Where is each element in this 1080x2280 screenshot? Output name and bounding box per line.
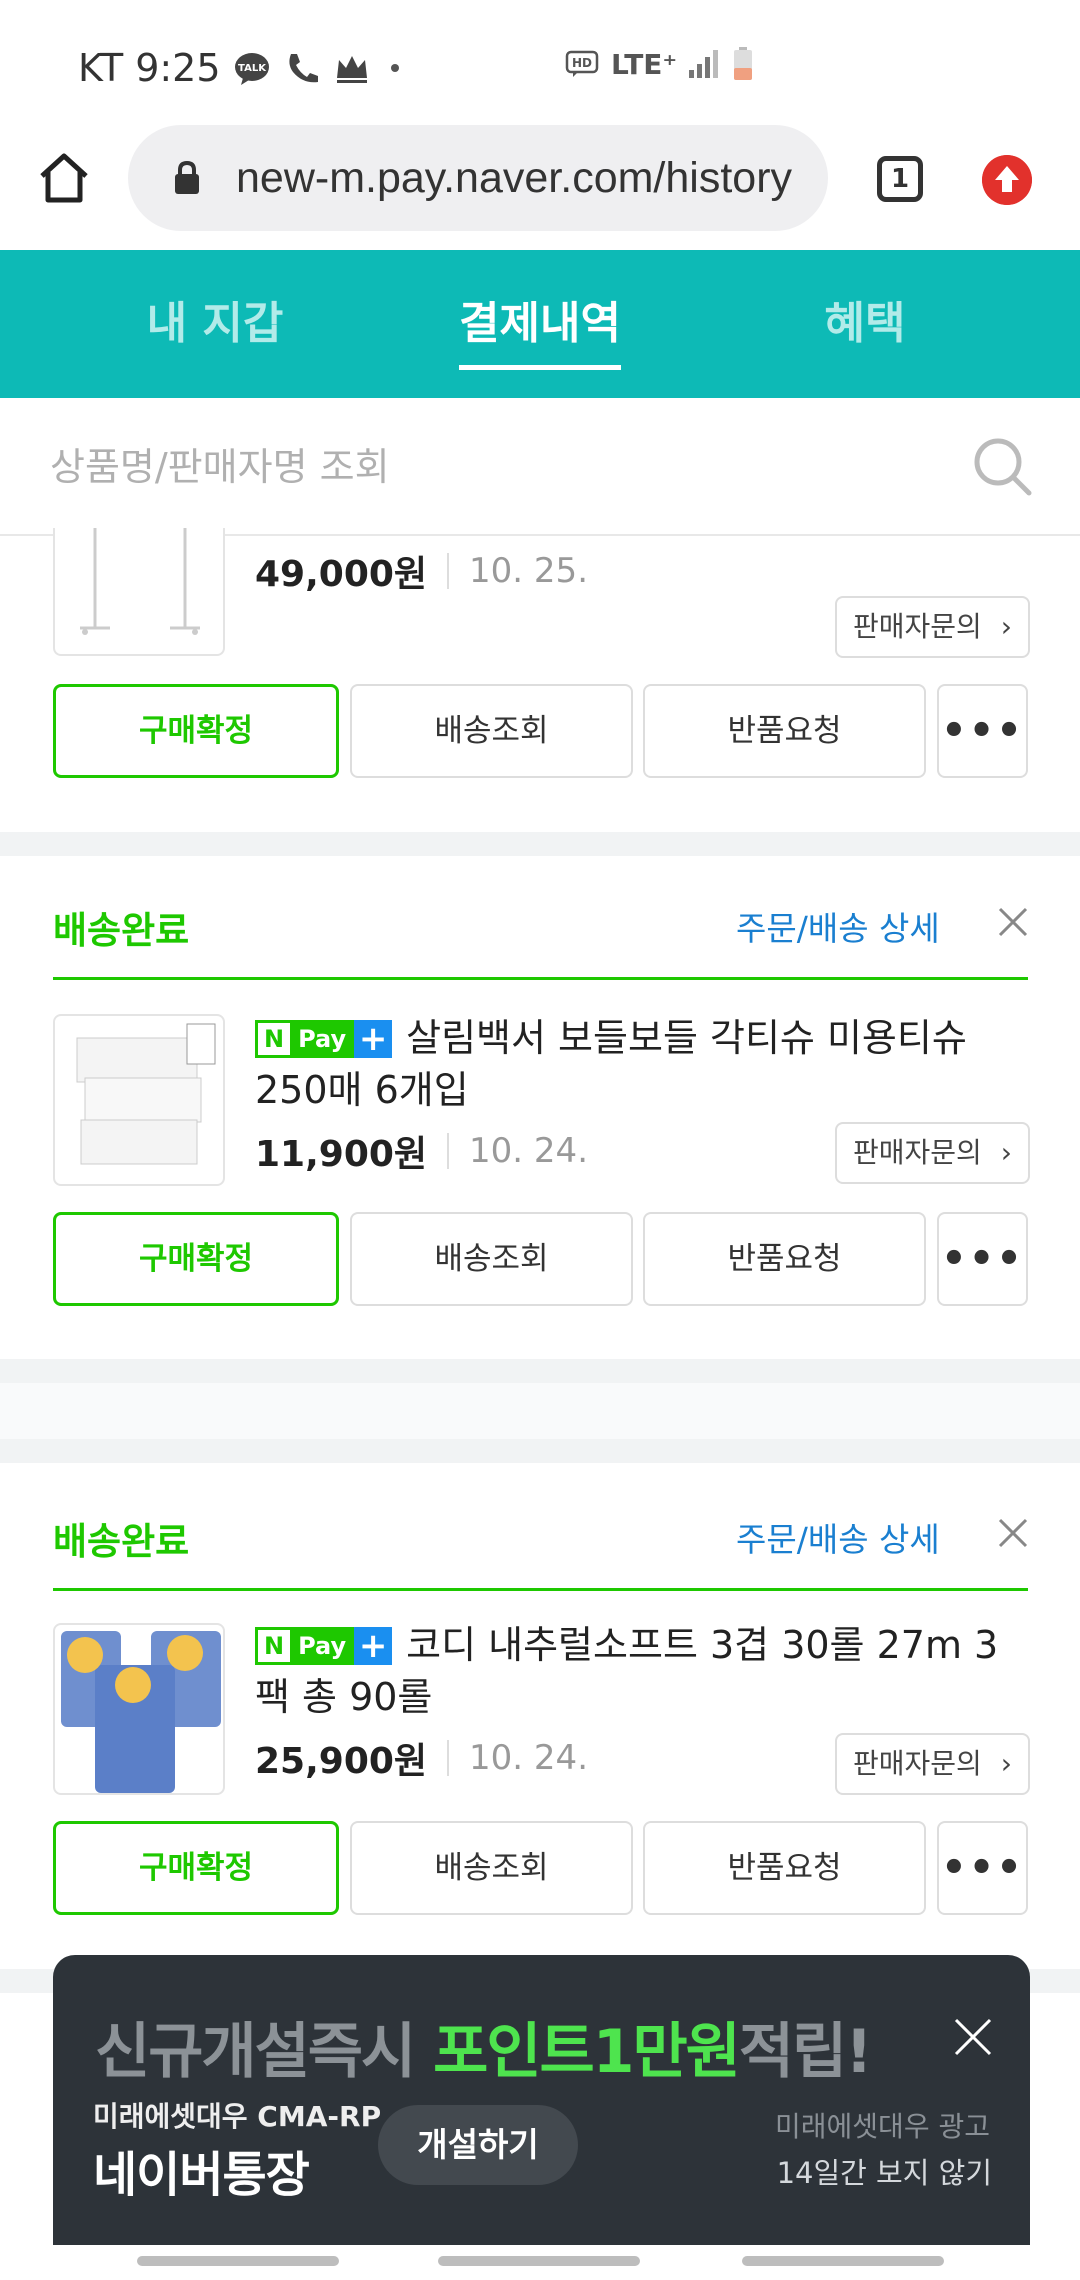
ad-banner[interactable]: 신규개설즉시 포인트1만원적립! 미래에셋대우 CMA-RP 네이버통장 개설하… bbox=[53, 1955, 1030, 2245]
return-request-button[interactable]: 반품요청 bbox=[643, 1212, 926, 1306]
tab-benefits[interactable]: 혜택 bbox=[740, 250, 990, 398]
order-detail-link[interactable]: 주문/배송 상세 bbox=[736, 902, 940, 950]
main-tabs: 내 지갑 결제내역 혜택 bbox=[0, 250, 1080, 398]
clock: 9:25 bbox=[135, 46, 221, 90]
signal-icon bbox=[689, 50, 719, 78]
search-bar bbox=[0, 398, 1080, 536]
url-text[interactable]: new-m.pay.naver.com/history bbox=[236, 125, 792, 231]
product-thumbnail[interactable] bbox=[53, 1623, 225, 1795]
ad-headline: 신규개설즉시 포인트1만원적립! bbox=[95, 2017, 873, 2087]
seller-inquiry-button[interactable]: 판매자문의 › bbox=[835, 1122, 1030, 1184]
phone-icon bbox=[288, 54, 318, 83]
ad-brand-title: 네이버통장 bbox=[93, 2147, 310, 2203]
crown-icon bbox=[336, 56, 367, 83]
delivery-status: 배송완료 bbox=[53, 909, 190, 952]
section-divider bbox=[0, 1359, 1080, 1383]
order-card: 배송완료 주문/배송 상세 N Pay + 살림백서 보들보들 각티슈 미용티슈 25… bbox=[0, 856, 1080, 1359]
close-icon[interactable] bbox=[953, 2017, 993, 2057]
tab-switcher-button[interactable]: 1 bbox=[877, 156, 923, 202]
network-type: LTE⁺ bbox=[611, 47, 678, 81]
status-bar: KT 9:25 TALK HD LTE⁺ bbox=[0, 0, 1080, 120]
delivery-status: 배송완료 bbox=[53, 1520, 190, 1563]
track-delivery-button[interactable]: 배송조회 bbox=[350, 1821, 633, 1915]
toilet-paper-image bbox=[61, 1631, 221, 1793]
seller-inquiry-button[interactable]: 판매자문의 › bbox=[835, 1733, 1030, 1795]
talk-icon: TALK bbox=[234, 53, 269, 85]
npay-plus-badge: N Pay + bbox=[255, 1020, 393, 1058]
track-delivery-button[interactable]: 배송조회 bbox=[350, 684, 633, 778]
confirm-purchase-button[interactable]: 구매확정 bbox=[53, 1212, 339, 1306]
carrier: KT bbox=[78, 46, 124, 90]
close-icon[interactable] bbox=[997, 1517, 1029, 1549]
section-divider bbox=[0, 832, 1080, 856]
price: 49,000원 bbox=[255, 554, 428, 595]
address-bar[interactable]: new-m.pay.naver.com/history bbox=[128, 125, 828, 231]
more-options-button[interactable]: ••• bbox=[937, 1212, 1028, 1306]
return-request-button[interactable]: 반품요청 bbox=[643, 1821, 926, 1915]
svg-text:TALK: TALK bbox=[238, 63, 267, 74]
order-detail-link[interactable]: 주문/배송 상세 bbox=[736, 1513, 940, 1561]
order-card: 배송완료 주문/배송 상세 N Pay + 코디 내추럴소프트 3겹 30롤 27m … bbox=[0, 1463, 1080, 1969]
tab-wallet[interactable]: 내 지갑 bbox=[60, 250, 370, 398]
active-tab-indicator bbox=[459, 365, 621, 370]
more-options-button[interactable]: ••• bbox=[937, 1821, 1028, 1915]
order-date: 10. 25. bbox=[469, 551, 588, 591]
search-icon[interactable] bbox=[972, 436, 1034, 498]
price: 11,900원 bbox=[255, 1134, 428, 1175]
hd-voice-icon: HD bbox=[565, 50, 599, 77]
order-date: 10. 24. bbox=[469, 1131, 588, 1171]
ad-sponsor-label: 미래에셋대우 광고 bbox=[775, 2110, 990, 2143]
tab-payment-history[interactable]: 결제내역 bbox=[410, 250, 670, 398]
chevron-right-icon: › bbox=[1000, 610, 1012, 643]
hide-14-days-link[interactable]: 14일간 보지 않기 bbox=[777, 2150, 992, 2192]
return-request-button[interactable]: 반품요청 bbox=[643, 684, 926, 778]
ad-brand-subtitle: 미래에셋대우 CMA-RP bbox=[93, 2100, 382, 2133]
track-delivery-button[interactable]: 배송조회 bbox=[350, 1212, 633, 1306]
more-options-button[interactable]: ••• bbox=[937, 684, 1028, 778]
section-divider bbox=[0, 1439, 1080, 1463]
lock-icon bbox=[175, 160, 199, 194]
svg-text:HD: HD bbox=[572, 56, 592, 70]
open-account-button[interactable]: 개설하기 bbox=[378, 2105, 578, 2185]
chevron-right-icon: › bbox=[1000, 1136, 1012, 1169]
dot-icon bbox=[390, 64, 399, 72]
order-date: 10. 24. bbox=[469, 1738, 588, 1778]
battery-icon bbox=[734, 47, 753, 80]
price: 25,900원 bbox=[255, 1741, 428, 1782]
tissue-box-image bbox=[76, 1023, 216, 1165]
home-icon[interactable] bbox=[36, 150, 92, 206]
npay-plus-badge: N Pay + bbox=[255, 1627, 393, 1665]
update-icon[interactable] bbox=[982, 155, 1032, 205]
browser-toolbar: new-m.pay.naver.com/history 1 bbox=[0, 120, 1080, 250]
chevron-right-icon: › bbox=[1000, 1747, 1012, 1780]
product-thumbnail[interactable] bbox=[53, 1014, 225, 1186]
confirm-purchase-button[interactable]: 구매확정 bbox=[53, 684, 339, 778]
close-icon[interactable] bbox=[997, 906, 1029, 938]
confirm-purchase-button[interactable]: 구매확정 bbox=[53, 1821, 339, 1915]
search-input[interactable] bbox=[50, 428, 930, 506]
seller-inquiry-button[interactable]: 판매자문의 › bbox=[835, 596, 1030, 658]
product-thumbnail[interactable] bbox=[53, 528, 225, 656]
clothes-rack-image bbox=[80, 528, 200, 635]
order-card: 49,000원 10. 25. 판매자문의 › 구매확정 배송조회 반품요청 ••… bbox=[0, 528, 1080, 832]
gesture-bar bbox=[0, 2245, 1080, 2280]
